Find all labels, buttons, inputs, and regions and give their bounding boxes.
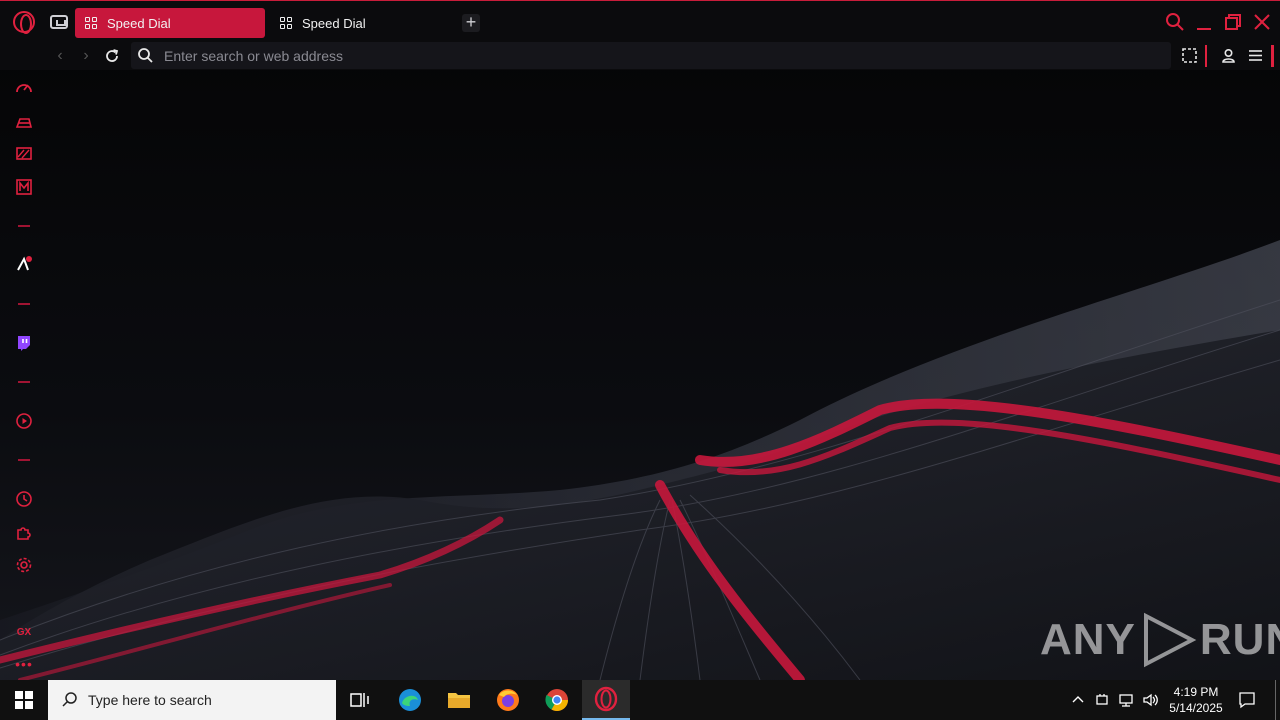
speed-dial-icon	[85, 17, 97, 29]
browser-window: Speed Dial Speed Dial + ‹ › Enter search…	[0, 0, 1280, 680]
battery-icon[interactable]	[1094, 692, 1110, 708]
minimize-icon[interactable]	[1193, 11, 1215, 33]
system-tray	[1070, 680, 1160, 720]
divider	[1271, 45, 1274, 67]
clock-time: 4:19 PM	[1173, 685, 1219, 699]
twitch-icon[interactable]	[14, 333, 34, 353]
watermark-right: RUN	[1199, 615, 1280, 664]
windows-taskbar: Type here to search 4:19 PM 5/14/2025	[0, 680, 1280, 720]
reload-icon[interactable]	[103, 47, 121, 65]
taskbar-firefox[interactable]	[484, 680, 532, 720]
paint-icon[interactable]	[14, 254, 34, 274]
notification-icon[interactable]	[1238, 691, 1256, 709]
opera-gx-icon	[594, 686, 618, 712]
taskbar-clock[interactable]: 4:19 PM 5/14/2025	[1164, 684, 1228, 716]
volume-icon[interactable]	[1142, 692, 1160, 708]
show-desktop-button[interactable]	[1275, 680, 1276, 720]
taskbar-opera-gx[interactable]	[582, 680, 630, 720]
taskbar-search[interactable]: Type here to search	[48, 680, 336, 720]
stripes-icon[interactable]	[14, 144, 34, 164]
divider	[1205, 45, 1207, 67]
tab-label: Speed Dial	[302, 15, 366, 31]
tab-speed-dial[interactable]: Speed Dial	[270, 8, 460, 38]
taskbar-edge[interactable]	[386, 680, 434, 720]
play-logo-icon	[1143, 612, 1197, 668]
start-button[interactable]	[0, 680, 48, 720]
search-tabs-icon[interactable]	[1164, 11, 1186, 33]
opera-gx-logo-icon[interactable]	[13, 11, 35, 34]
address-input[interactable]	[164, 46, 1154, 66]
extensions-icon[interactable]	[14, 522, 34, 542]
network-icon[interactable]	[1118, 692, 1134, 708]
anyrun-watermark: ANY RUN	[1040, 612, 1280, 668]
easy-setup-icon[interactable]	[1247, 47, 1264, 64]
chevron-up-icon[interactable]	[1070, 692, 1086, 708]
sidebar-separator	[18, 303, 30, 305]
snapshot-icon[interactable]	[1181, 47, 1198, 64]
sidebar-separator	[18, 225, 30, 227]
address-field[interactable]	[131, 42, 1171, 69]
tab-label: Speed Dial	[107, 15, 171, 31]
close-icon[interactable]	[1251, 11, 1273, 33]
tab-speed-dial-active[interactable]: Speed Dial	[75, 8, 265, 38]
sidebar-separator	[18, 381, 30, 383]
forward-icon[interactable]: ›	[77, 47, 95, 65]
wallpaper	[0, 0, 1280, 680]
history-icon[interactable]	[14, 489, 34, 509]
shopping-icon[interactable]	[14, 112, 34, 132]
taskbar-file-explorer[interactable]	[435, 680, 483, 720]
new-tab-button[interactable]: +	[462, 13, 480, 32]
title-bar: Speed Dial Speed Dial +	[0, 0, 1280, 42]
gx-icon[interactable]: GX	[14, 622, 34, 642]
edge-icon	[399, 689, 421, 711]
taskbar-search-placeholder: Type here to search	[88, 692, 212, 708]
search-icon	[62, 692, 77, 707]
settings-icon[interactable]	[14, 555, 34, 575]
watermark-left: ANY	[1040, 615, 1136, 664]
sidebar: GX •••	[0, 70, 48, 680]
player-icon[interactable]	[14, 411, 34, 431]
gamepad-icon[interactable]	[50, 15, 68, 29]
firefox-icon	[497, 689, 519, 711]
speed-icon[interactable]	[14, 78, 34, 98]
search-icon	[138, 48, 153, 63]
task-view-icon	[350, 693, 369, 707]
windows-logo-icon	[15, 691, 33, 709]
taskbar-chrome[interactable]	[533, 680, 581, 720]
gx-mail-icon[interactable]	[14, 177, 34, 197]
more-icon[interactable]: •••	[14, 654, 34, 674]
chrome-icon	[545, 689, 568, 711]
speed-dial-icon	[280, 17, 292, 29]
clock-date: 5/14/2025	[1169, 701, 1223, 715]
restore-icon[interactable]	[1222, 11, 1244, 33]
task-view-button[interactable]	[336, 680, 384, 720]
back-icon[interactable]: ‹	[51, 47, 69, 65]
folder-icon	[448, 693, 470, 708]
sidebar-separator	[18, 459, 30, 461]
account-icon[interactable]	[1220, 47, 1237, 64]
